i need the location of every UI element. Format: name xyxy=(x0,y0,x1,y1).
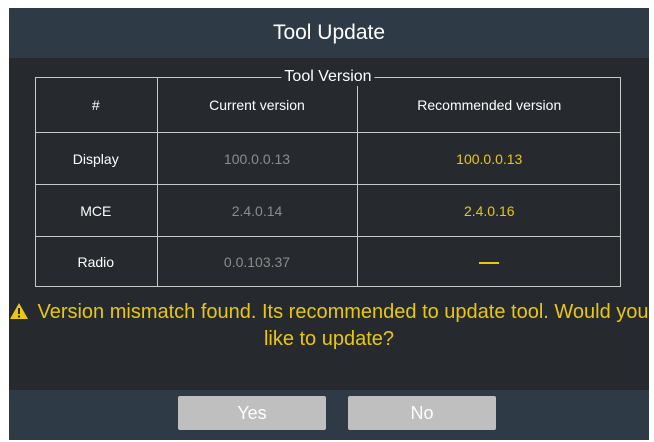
tool-version-legend: Tool Version xyxy=(281,68,375,86)
warning-icon xyxy=(9,302,29,327)
mismatch-message-text: Version mismatch found. Its recommended … xyxy=(37,301,649,350)
mismatch-message: Version mismatch found. Its recommended … xyxy=(9,300,649,352)
yes-button[interactable]: Yes xyxy=(178,396,326,430)
tool-update-dialog: Tool Update # Current version Recommende… xyxy=(9,8,649,440)
dialog-footer: Yes No xyxy=(9,390,649,440)
dialog-title: Tool Update xyxy=(9,8,649,58)
tool-version-frame: Tool Version xyxy=(35,68,621,287)
no-button[interactable]: No xyxy=(348,396,496,430)
